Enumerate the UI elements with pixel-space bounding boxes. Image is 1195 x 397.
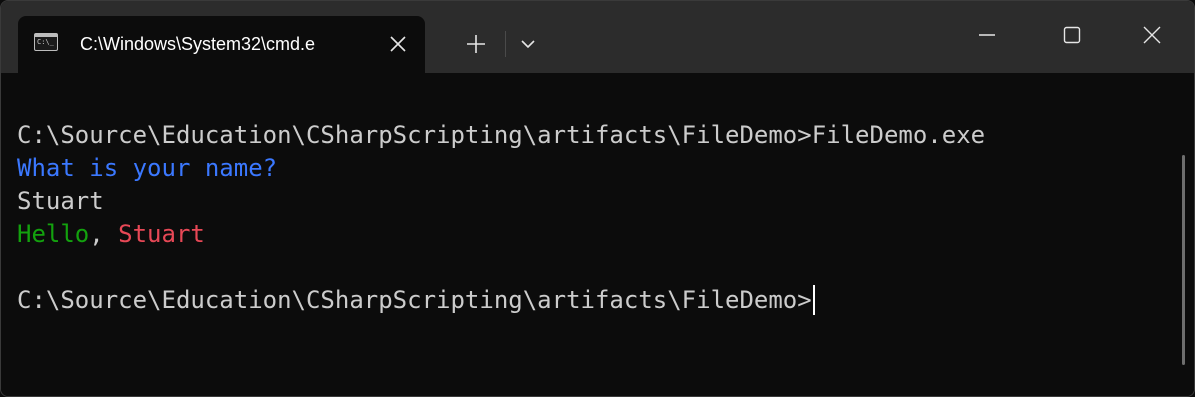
command-prompt-icon: C:\_ (34, 33, 58, 51)
tab-close-button[interactable] (388, 34, 408, 54)
greeting-separator: , (89, 220, 119, 248)
plus-icon (467, 35, 485, 53)
title-bar[interactable]: C:\_ C:\Windows\System32\cmd.e (1, 1, 1194, 73)
chevron-down-icon (521, 40, 535, 49)
name-question-line: What is your name? (17, 154, 278, 182)
new-tab-button[interactable] (461, 29, 491, 59)
vertical-scrollbar[interactable] (1182, 155, 1185, 365)
tab-icon-glyph: C:\_ (37, 38, 54, 46)
minimize-button[interactable] (963, 11, 1011, 59)
tab-separator (505, 31, 506, 57)
maximize-icon (1063, 26, 1081, 44)
minimize-icon (979, 34, 995, 36)
user-input-line: Stuart (17, 187, 104, 215)
maximize-button[interactable] (1048, 11, 1096, 59)
tab-title: C:\Windows\System32\cmd.e (80, 34, 316, 54)
tab-cmd[interactable]: C:\_ C:\Windows\System32\cmd.e (18, 16, 425, 73)
command-line: C:\Source\Education\CSharpScripting\arti… (17, 121, 986, 149)
text-cursor (812, 285, 815, 315)
tab-dropdown-button[interactable] (513, 29, 543, 59)
close-button[interactable] (1128, 11, 1176, 59)
greeting-line: Hello, Stuart (17, 218, 205, 251)
greeting-word: Hello (17, 220, 90, 248)
terminal-window: C:\_ C:\Windows\System32\cmd.e C:\Source… (0, 0, 1195, 397)
terminal-output[interactable]: C:\Source\Education\CSharpScripting\arti… (1, 73, 1194, 396)
close-icon (1143, 26, 1161, 44)
prompt-line[interactable]: C:\Source\Education\CSharpScripting\arti… (17, 284, 815, 317)
close-icon (390, 36, 406, 52)
greeting-name: Stuart (118, 220, 205, 248)
prompt-text: C:\Source\Education\CSharpScripting\arti… (17, 286, 812, 314)
